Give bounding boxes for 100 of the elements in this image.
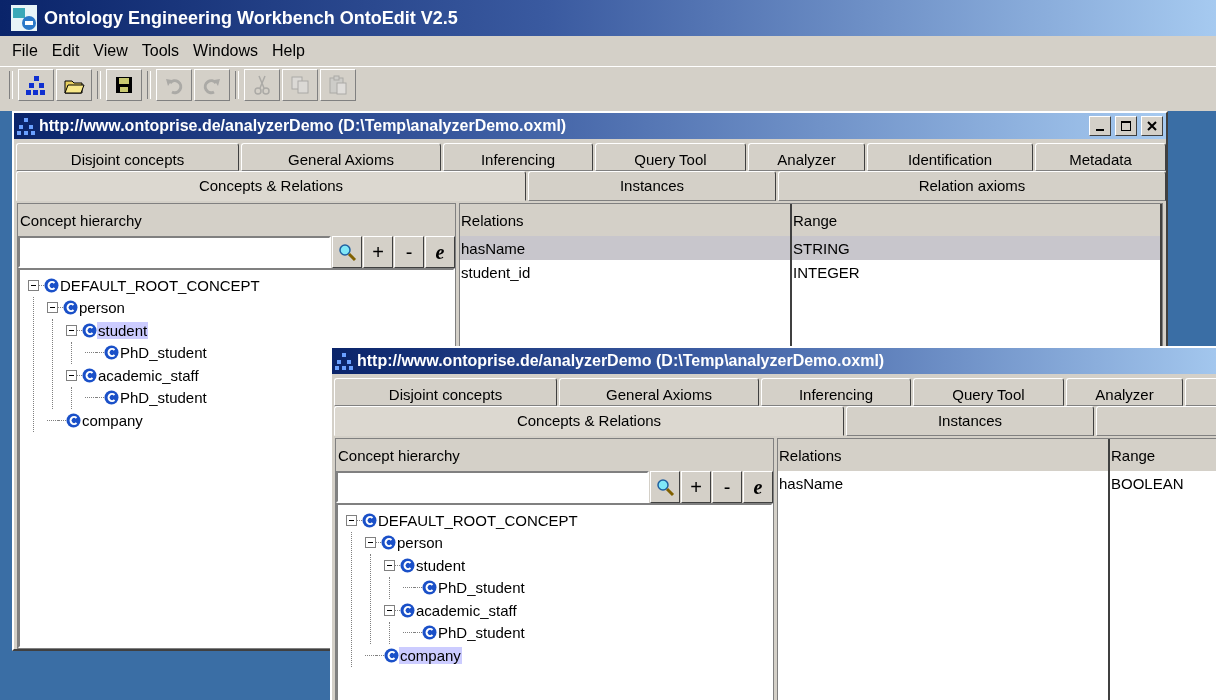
menu-item[interactable]: View <box>87 40 134 62</box>
concept-icon <box>82 367 97 383</box>
tab[interactable]: Disjoint concepts <box>334 378 557 406</box>
tab[interactable]: Analyzer <box>1066 378 1183 406</box>
collapse-toggle[interactable] <box>346 514 357 526</box>
maximize-button[interactable] <box>1115 116 1137 136</box>
tab[interactable]: Concepts & Relations <box>334 406 844 436</box>
tree-node-label[interactable]: academic_staff <box>415 601 518 619</box>
collapse-toggle[interactable] <box>384 604 395 616</box>
minimize-button[interactable] <box>1089 116 1111 136</box>
collapse-toggle[interactable] <box>66 324 77 336</box>
tree-node-label[interactable]: PhD_student <box>437 579 526 597</box>
close-icon-button[interactable] <box>1141 116 1163 136</box>
panel-header: Concept hierarchy <box>337 445 461 466</box>
concept-icon <box>400 557 415 573</box>
tree-node-label[interactable]: student <box>97 321 149 339</box>
column-header: Range <box>792 210 839 231</box>
app-logo-icon <box>10 4 38 32</box>
concept-icon <box>63 300 78 316</box>
save-icon <box>113 74 135 96</box>
copy-icon <box>289 74 311 96</box>
tab[interactable]: Analyzer <box>748 143 865 171</box>
tree-node-label[interactable]: PhD_student <box>119 389 208 407</box>
edit-button[interactable]: e <box>425 236 455 268</box>
column-header: Relations <box>460 210 525 231</box>
menu-item[interactable]: Tools <box>135 40 186 62</box>
close-icon <box>1147 121 1157 131</box>
tab[interactable]: Instances <box>846 406 1094 436</box>
toolbar-button[interactable] <box>56 69 92 101</box>
tab[interactable]: Identification <box>867 143 1033 171</box>
tab[interactable]: Concepts & Relations <box>16 171 526 201</box>
tab[interactable]: General Axioms <box>241 143 441 171</box>
concept-icon <box>82 322 97 338</box>
hierarchy-icon <box>17 117 35 135</box>
table-cell: hasName <box>460 236 790 260</box>
tree-node-label[interactable]: company <box>81 411 144 429</box>
collapse-toggle[interactable] <box>28 279 39 291</box>
tree-node-label[interactable]: DEFAULT_ROOT_CONCEPT <box>377 511 579 529</box>
tab[interactable]: Query Tool <box>913 378 1064 406</box>
add-button[interactable]: + <box>363 236 393 268</box>
maximize-icon <box>1120 120 1132 132</box>
search-icon <box>337 242 357 262</box>
menu-item[interactable]: Help <box>266 40 311 62</box>
tree-node-label[interactable]: PhD_student <box>119 344 208 362</box>
concept-icon <box>400 602 415 618</box>
window-title: http://www.ontoprise.de/analyzerDemo (D:\Temp\analyzerDemo.oxml) <box>39 117 567 135</box>
column-header: Relations <box>778 445 843 466</box>
menu-item[interactable]: File <box>6 40 44 62</box>
scissors-icon <box>251 74 273 96</box>
collapse-toggle[interactable] <box>365 537 376 549</box>
concept-icon <box>104 345 119 361</box>
window-title: http://www.ontoprise.de/analyzerDemo (D:\Temp\analyzerDemo.oxml) <box>357 352 885 370</box>
column-header: Range <box>1110 445 1157 466</box>
concept-icon <box>66 412 81 428</box>
search-button[interactable] <box>332 236 362 268</box>
concept-icon <box>362 512 377 528</box>
menu-item[interactable]: Edit <box>45 40 86 62</box>
tree-node-label[interactable]: PhD_student <box>437 624 526 642</box>
tab[interactable] <box>1096 406 1216 436</box>
tree-node-label[interactable]: person <box>78 299 126 317</box>
collapse-toggle[interactable] <box>384 559 395 571</box>
concept-icon <box>422 580 437 596</box>
toolbar-button[interactable] <box>18 69 54 101</box>
tree-node-label[interactable]: company <box>399 646 462 664</box>
tab[interactable]: Disjoint concepts <box>16 143 239 171</box>
menu-item[interactable]: Windows <box>187 40 264 62</box>
remove-button[interactable]: - <box>712 471 742 503</box>
tree-node-label[interactable]: student <box>415 556 467 574</box>
hierarchy-icon <box>335 352 353 370</box>
concept-icon <box>381 535 396 551</box>
edit-button[interactable]: e <box>743 471 773 503</box>
table-cell: STRING <box>792 236 1160 260</box>
tree-node-label[interactable]: academic_staff <box>97 366 200 384</box>
tab[interactable]: Instances <box>528 171 776 201</box>
collapse-toggle[interactable] <box>66 369 77 381</box>
tab[interactable]: Query Tool <box>595 143 746 171</box>
concept-icon <box>44 277 59 293</box>
tab[interactable]: Inferencing <box>761 378 911 406</box>
tab[interactable]: Inferencing <box>443 143 593 171</box>
search-field[interactable] <box>18 236 331 268</box>
concept-icon <box>104 390 119 406</box>
tab[interactable]: Metadata <box>1035 143 1166 171</box>
concept-icon <box>422 625 437 641</box>
search-icon <box>655 477 675 497</box>
paste-icon <box>327 74 349 96</box>
app-title: Ontology Engineering Workbench OntoEdit V2.5 <box>44 7 458 29</box>
concept-icon <box>384 647 399 663</box>
collapse-toggle[interactable] <box>47 302 58 314</box>
tab[interactable]: Relation axioms <box>778 171 1166 201</box>
add-button[interactable]: + <box>681 471 711 503</box>
tree-node-label[interactable]: person <box>396 534 444 552</box>
tab[interactable]: General Axioms <box>559 378 759 406</box>
tree-node-label[interactable]: DEFAULT_ROOT_CONCEPT <box>59 276 261 294</box>
hierarchy-icon <box>25 74 47 96</box>
toolbar-button[interactable] <box>106 69 142 101</box>
remove-button[interactable]: - <box>394 236 424 268</box>
minimize-icon <box>1096 129 1104 131</box>
search-button[interactable] <box>650 471 680 503</box>
search-field[interactable] <box>336 471 649 503</box>
panel-header: Concept hierarchy <box>19 210 143 231</box>
